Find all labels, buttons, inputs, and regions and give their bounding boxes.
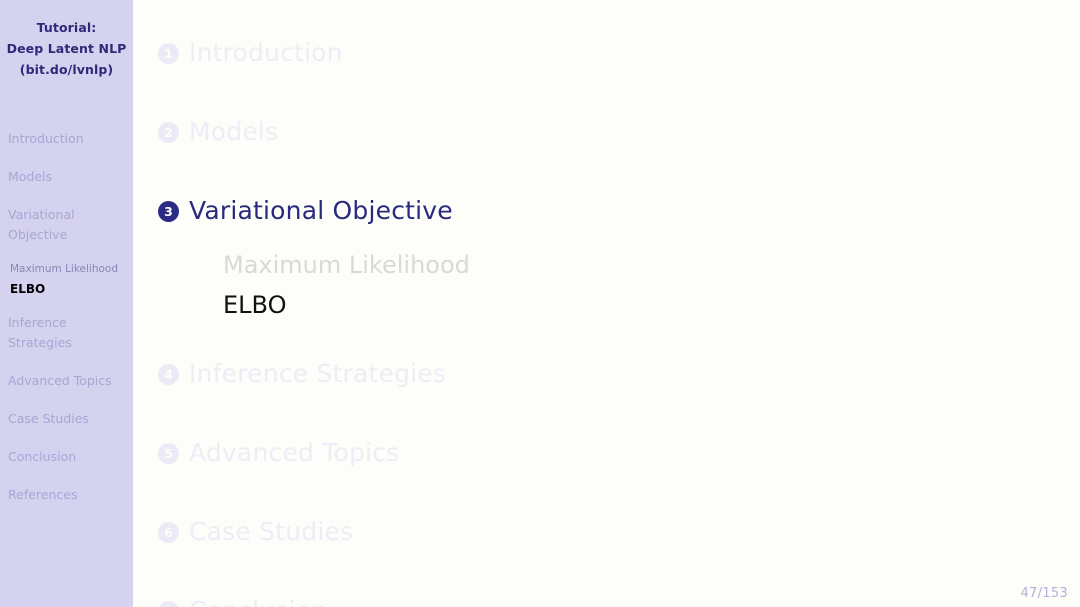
toc-number-icon: 1 [158,43,179,64]
table-of-contents: 1 Introduction 2 Models 3 Variational Ob… [158,38,1080,607]
toc-number-icon: 6 [158,522,179,543]
sidebar-subitem-label: Maximum Likelihood [10,263,118,275]
sidebar-item-label: Variational Objective [8,207,75,242]
sidebar-item-variational-objective[interactable]: Variational Objective [0,205,133,244]
sidebar: Tutorial: Deep Latent NLP (bit.do/lvnlp)… [0,0,133,607]
sidebar-subitem-elbo[interactable]: ELBO [0,282,133,297]
sidebar-item-inference-strategies[interactable]: Inference Strategies [0,313,133,352]
toc-entry-case-studies[interactable]: 6 Case Studies [158,517,1080,555]
toc-subentry-label: Maximum Likelihood [223,251,470,279]
sidebar-item-advanced-topics[interactable]: Advanced Topics [0,371,133,391]
toc-entry-label: Inference Strategies [189,359,446,388]
sidebar-item-models[interactable]: Models [0,167,133,187]
toc-number-icon: 7 [158,601,179,607]
toc-entry-variational-objective[interactable]: 3 Variational Objective [158,196,1080,234]
toc-entry-label: Advanced Topics [189,438,399,467]
sidebar-item-label: Models [8,169,52,184]
presentation-slide: Tutorial: Deep Latent NLP (bit.do/lvnlp)… [0,0,1080,607]
sidebar-item-label: Advanced Topics [8,373,112,388]
page-number-indicator: 47/153 [1020,586,1068,601]
sidebar-title: Tutorial: Deep Latent NLP (bit.do/lvnlp) [0,17,133,80]
sidebar-item-conclusion[interactable]: Conclusion [0,447,133,467]
sidebar-item-label: Conclusion [8,449,76,464]
sidebar-item-label: References [8,487,77,502]
toc-subentry-elbo[interactable]: ELBO [223,285,1080,325]
toc-subentry-maximum-likelihood[interactable]: Maximum Likelihood [223,245,1080,285]
sidebar-item-case-studies[interactable]: Case Studies [0,409,133,429]
toc-number-icon: 5 [158,443,179,464]
toc-subentry-label: ELBO [223,291,286,319]
slide-content: 1 Introduction 2 Models 3 Variational Ob… [133,0,1080,607]
sidebar-item-references[interactable]: References [0,485,133,505]
toc-number-icon: 2 [158,122,179,143]
sidebar-title-line-3: (bit.do/lvnlp) [0,59,133,80]
toc-number-icon: 4 [158,364,179,385]
sidebar-item-label: Introduction [8,131,84,146]
toc-entry-inference-strategies[interactable]: 4 Inference Strategies [158,359,1080,397]
toc-entry-models[interactable]: 2 Models [158,117,1080,155]
sidebar-subitem-label: ELBO [10,282,45,296]
toc-entry-label: Conclusion [189,596,327,607]
sidebar-item-label: Case Studies [8,411,89,426]
toc-entry-label: Case Studies [189,517,353,546]
sidebar-item-introduction[interactable]: Introduction [0,129,133,149]
sidebar-title-line-1: Tutorial: [0,17,133,38]
toc-entry-conclusion[interactable]: 7 Conclusion [158,596,1080,607]
toc-entry-label: Models [189,117,278,146]
toc-entry-label: Introduction [189,38,343,67]
sidebar-nav: Introduction Models Variational Objectiv… [0,129,133,523]
sidebar-title-line-2: Deep Latent NLP [0,38,133,59]
sidebar-subitem-maximum-likelihood[interactable]: Maximum Likelihood [0,262,133,277]
toc-entry-advanced-topics[interactable]: 5 Advanced Topics [158,438,1080,476]
toc-number-icon: 3 [158,201,179,222]
toc-entry-introduction[interactable]: 1 Introduction [158,38,1080,76]
toc-subentries: Maximum Likelihood ELBO [158,245,1080,325]
sidebar-item-label: Inference Strategies [8,315,72,350]
toc-entry-label: Variational Objective [189,196,453,225]
